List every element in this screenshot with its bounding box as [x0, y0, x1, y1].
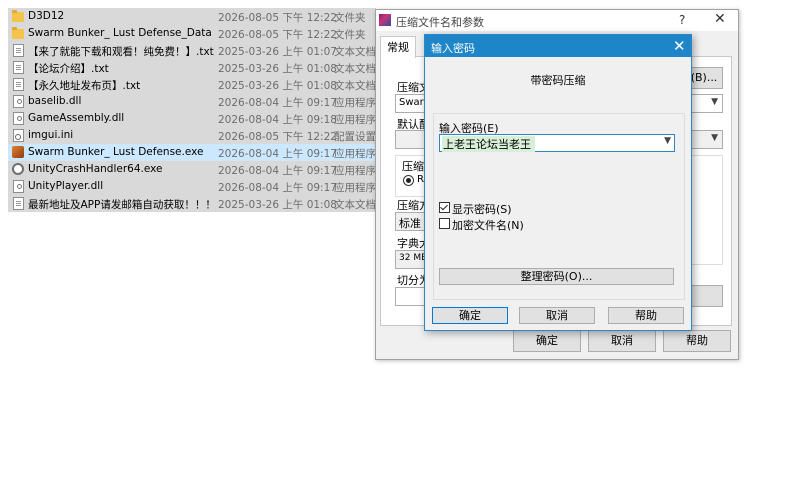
file-row[interactable]: baselib.dll 2026-08-04 上午 09:17应用程序扩展: [8, 93, 378, 110]
unity-icon: [12, 163, 24, 175]
help-question-icon[interactable]: ?: [679, 13, 685, 27]
enter-password-dialog: 输入密码 ✕ 带密码压缩 输入密码(E) 上老王论坛当老王 ▼ 显示密码(S) …: [424, 34, 692, 331]
file-date: 2025-03-26 上午 01:08: [218, 63, 337, 75]
file-row[interactable]: Swarm Bunker_ Lust Defense.exe 2026-08-04…: [8, 144, 376, 161]
file-name: Swarm Bunker_ Lust Defense_Data: [28, 27, 212, 39]
config-file-icon: [13, 129, 24, 142]
text-file-icon: [13, 61, 24, 74]
file-date: 2026-08-04 上午 09:17: [218, 97, 337, 109]
file-type: 配置设置: [334, 131, 376, 143]
file-name: 【永久地址发布页】.txt: [28, 80, 141, 92]
password-value: 上老王论坛当老王: [442, 136, 535, 152]
file-row[interactable]: GameAssembly.dll 2026-08-04 上午 09:18应用程序扩…: [8, 110, 378, 127]
file-row[interactable]: UnityCrashHandler64.exe 2026-08-04 上午 09:…: [8, 161, 376, 178]
file-type: 文件夹: [334, 12, 366, 24]
file-row[interactable]: Swarm Bunker_ Lust Defense_Data 2026-08-0…: [8, 25, 376, 42]
file-name: imgui.ini: [28, 129, 74, 141]
file-type: 文本文档: [334, 63, 376, 75]
password-input[interactable]: 上老王论坛当老王 ▼: [439, 134, 675, 152]
file-row[interactable]: 【来了就能下载和观看！纯免费！】.txt 2025-03-26 上午 01:07 文…: [8, 42, 376, 59]
archive-dialog-titlebar[interactable]: 压缩文件名和参数 ? ✕: [376, 10, 738, 31]
password-help-button[interactable]: 帮助: [608, 307, 684, 324]
archive-dialog-title: 压缩文件名和参数: [396, 16, 484, 29]
tab-general[interactable]: 常规: [380, 36, 416, 58]
text-file-icon: [13, 44, 24, 57]
text-file-icon: [13, 78, 24, 91]
archive-cancel-button[interactable]: 取消: [588, 330, 656, 352]
file-date: 2026-08-05 下午 12:22: [218, 131, 337, 143]
password-cancel-button[interactable]: 取消: [519, 307, 595, 324]
organize-passwords-button[interactable]: 整理密码(O)...: [439, 268, 674, 285]
chevron-down-icon[interactable]: ▼: [664, 136, 671, 146]
password-dialog-titlebar[interactable]: 输入密码 ✕: [425, 35, 691, 57]
file-name: 【来了就能下载和观看！纯免费！】.txt: [28, 46, 214, 58]
file-date: 2026-08-05 下午 12:22: [218, 29, 337, 41]
show-password-label[interactable]: 显示密码(S): [452, 201, 512, 217]
winrar-icon: [379, 14, 391, 26]
game-exe-icon: [12, 146, 24, 158]
file-date: 2025-03-26 上午 01:08: [218, 199, 337, 211]
show-password-checkbox[interactable]: [439, 202, 450, 213]
file-type: 应用程序扩展: [334, 182, 378, 194]
file-row[interactable]: UnityPlayer.dll 2026-08-04 上午 09:17应用程序扩展: [8, 178, 378, 195]
close-icon[interactable]: ✕: [714, 11, 726, 27]
archive-help-button[interactable]: 帮助: [663, 330, 731, 352]
folder-icon: [12, 27, 24, 39]
folder-icon: [12, 10, 24, 22]
file-date: 2026-08-04 上午 09:17: [218, 182, 337, 194]
encrypt-filenames-label[interactable]: 加密文件名(N): [452, 217, 524, 233]
file-date: 2026-08-04 上午 09:18: [218, 114, 337, 126]
file-row[interactable]: 【论坛介绍】.txt 2025-03-26 上午 01:08 文本文档: [8, 59, 376, 76]
dll-file-icon: [13, 180, 24, 193]
file-name: baselib.dll: [28, 95, 82, 107]
file-name: GameAssembly.dll: [28, 112, 125, 124]
file-date: 2026-08-04 上午 09:17: [218, 148, 337, 160]
method-value: 标准: [399, 217, 421, 230]
file-type: 应用程序扩展: [334, 97, 378, 109]
file-name: UnityPlayer.dll: [28, 180, 104, 192]
file-date: 2026-08-05 下午 12:22: [218, 12, 337, 24]
file-type: 文件夹: [334, 29, 366, 41]
file-type: 应用程序扩展: [334, 114, 378, 126]
file-name: D3D12: [28, 10, 65, 22]
chevron-down-icon: ▼: [711, 97, 718, 107]
chevron-down-icon: ▼: [711, 133, 718, 143]
file-type: 文本文档: [334, 80, 376, 92]
file-name: 最新地址及APP请发邮箱自动获取！！！....: [28, 199, 216, 211]
text-file-icon: [13, 197, 24, 210]
file-type: 应用程序: [334, 148, 376, 160]
file-name: 【论坛介绍】.txt: [28, 63, 109, 75]
encrypt-filenames-checkbox[interactable]: [439, 218, 450, 229]
file-row[interactable]: 【永久地址发布页】.txt 2025-03-26 上午 01:08 文本文档: [8, 76, 376, 93]
rar-radio[interactable]: [403, 175, 414, 186]
file-name: UnityCrashHandler64.exe: [28, 163, 163, 175]
close-icon[interactable]: ✕: [673, 37, 686, 55]
dll-file-icon: [13, 95, 24, 108]
file-date: 2026-08-04 上午 09:17: [218, 165, 337, 177]
password-dialog-header: 带密码压缩: [530, 74, 586, 87]
archive-ok-button[interactable]: 确定: [513, 330, 581, 352]
file-name: Swarm Bunker_ Lust Defense.exe: [28, 146, 204, 158]
file-row[interactable]: imgui.ini 2026-08-05 下午 12:22 配置设置: [8, 127, 376, 144]
file-type: 文本文档: [334, 199, 376, 211]
password-dialog-title: 输入密码: [431, 42, 475, 55]
dll-file-icon: [13, 112, 24, 125]
file-type: 文本文档: [334, 46, 376, 58]
file-row[interactable]: D3D12 2026-08-05 下午 12:22 文件夹: [8, 8, 376, 25]
file-date: 2025-03-26 上午 01:08: [218, 80, 337, 92]
file-type: 应用程序: [334, 165, 376, 177]
password-ok-button[interactable]: 确定: [432, 307, 508, 324]
format-label: 压缩: [402, 160, 424, 173]
file-date: 2025-03-26 上午 01:07: [218, 46, 337, 58]
file-row[interactable]: 最新地址及APP请发邮箱自动获取！！！.... 2025-03-26 上午 01:…: [8, 195, 376, 212]
